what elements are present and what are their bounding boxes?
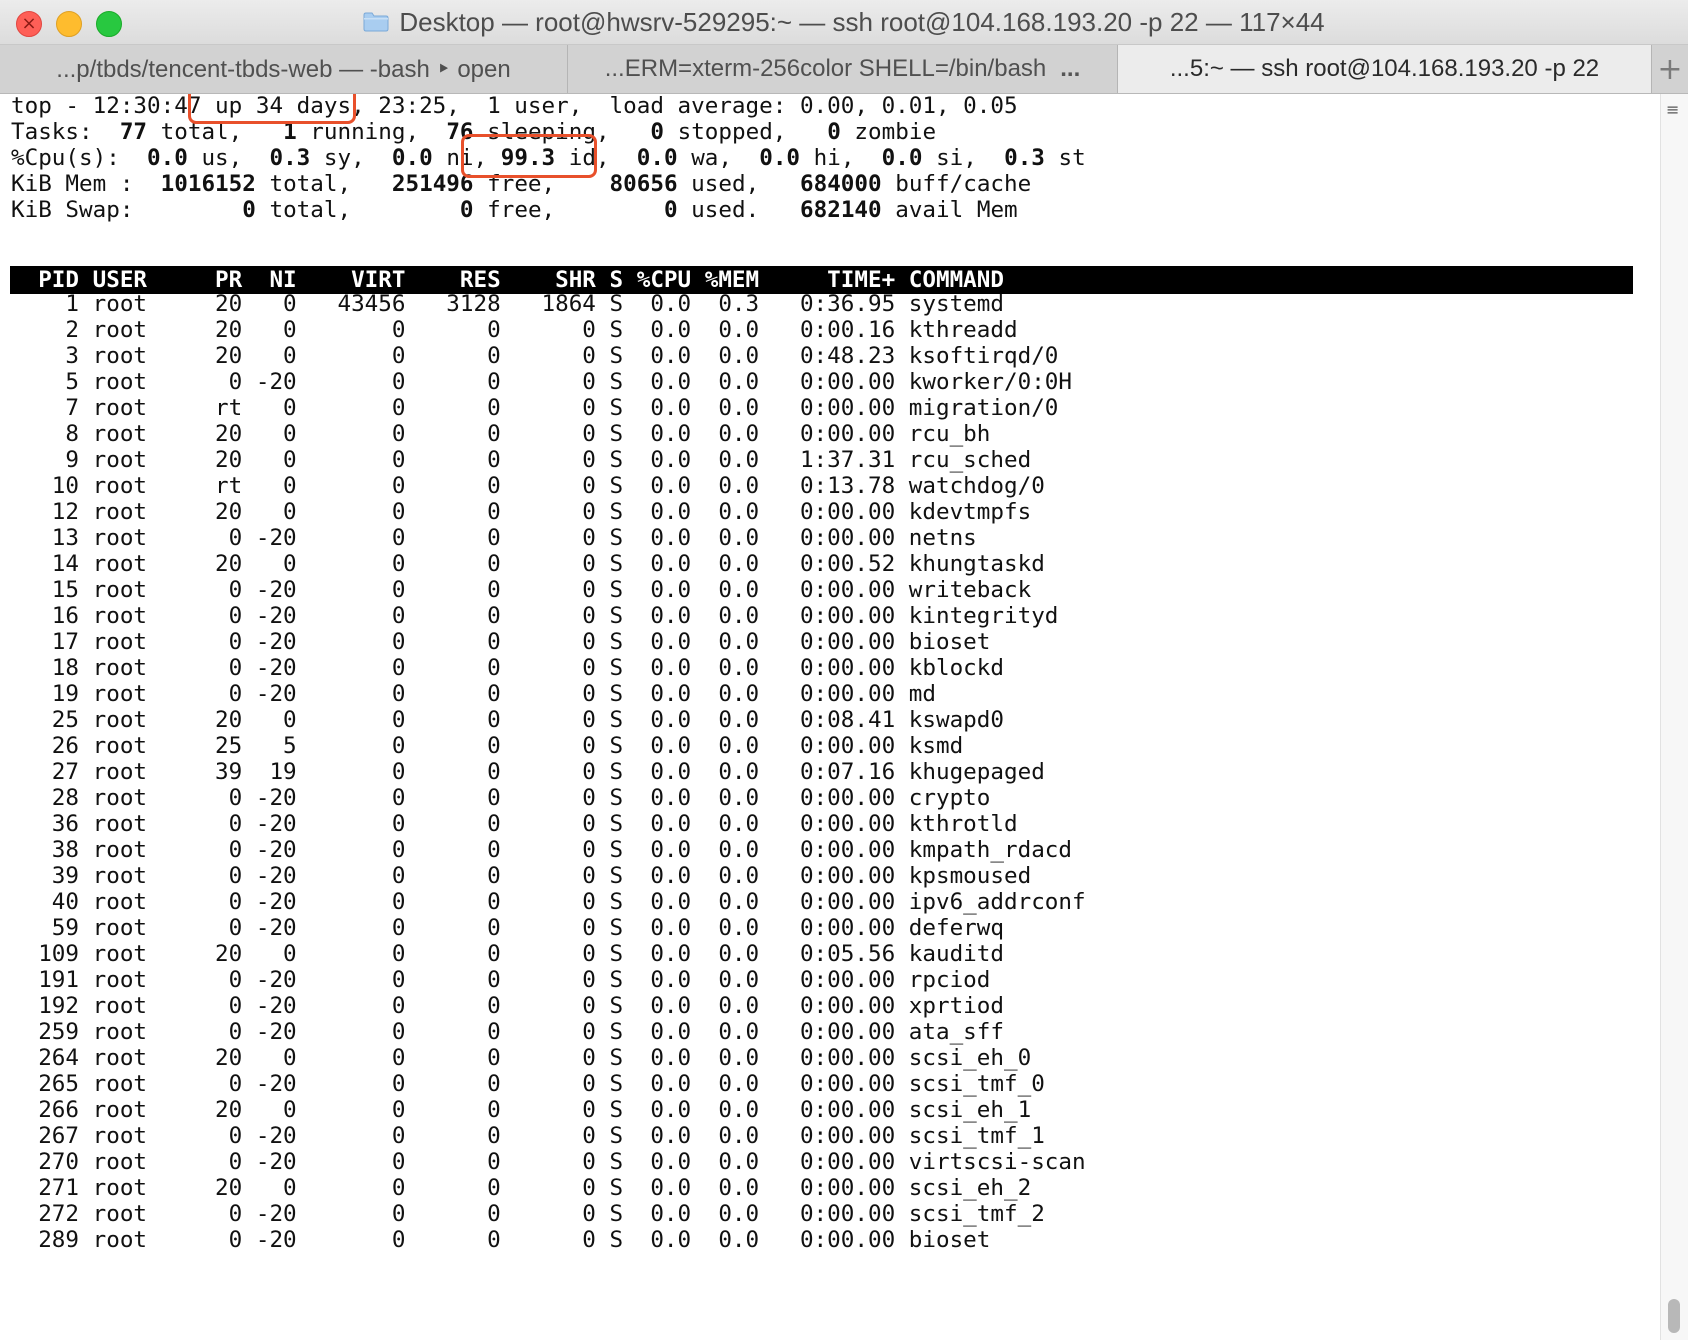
tab-bash[interactable]: ...p/tbds/tencent-tbds-web — -bash ‣ ope…: [0, 45, 568, 93]
summary-text: buff/cache: [881, 171, 1032, 197]
process-row: 5 root 0 -20 0 0 0 S 0.0 0.0 0:00.00 kwo…: [11, 369, 1073, 395]
summary-value: 0.0: [881, 145, 923, 171]
summary-text: zombie: [840, 119, 937, 145]
summary-line: top - 12:30:47 up 34 days, 23:25, 1 user…: [11, 94, 1018, 120]
process-row: 14 root 20 0 0 0 0 S 0.0 0.0 0:00.52 khu…: [11, 551, 1045, 577]
window-title: Desktop — root@hwsrv-529295:~ — ssh root…: [399, 6, 1325, 37]
scroll-menu-icon[interactable]: ≡: [1666, 102, 1682, 118]
more-icon[interactable]: ...: [1060, 55, 1080, 83]
process-row: 12 root 20 0 0 0 0 S 0.0 0.0 0:00.00 kde…: [11, 499, 1032, 525]
process-row: 109 root 20 0 0 0 0 S 0.0 0.0 0:05.56 ka…: [11, 941, 1004, 967]
summary-value: 0.0: [636, 145, 678, 171]
process-row: 267 root 0 -20 0 0 0 S 0.0 0.0 0:00.00 s…: [11, 1123, 1045, 1149]
tab-label: ...ERM=xterm-256color SHELL=/bin/bash: [604, 55, 1047, 82]
summary-value: 0.3: [1004, 145, 1045, 171]
summary-value: 0: [650, 119, 664, 145]
process-row: 265 root 0 -20 0 0 0 S 0.0 0.0 0:00.00 s…: [11, 1071, 1045, 1097]
process-row: 289 root 0 -20 0 0 0 S 0.0 0.0 0:00.00 b…: [11, 1227, 991, 1253]
summary-value: 0.0: [759, 145, 801, 171]
process-row: 13 root 0 -20 0 0 0 S 0.0 0.0 0:00.00 ne…: [11, 525, 977, 551]
process-row: 17 root 0 -20 0 0 0 S 0.0 0.0 0:00.00 bi…: [11, 629, 991, 655]
summary-text: Tasks:: [11, 119, 107, 145]
process-row: 272 root 0 -20 0 0 0 S 0.0 0.0 0:00.00 s…: [11, 1201, 1045, 1227]
summary-text: us,: [187, 145, 270, 171]
process-row: 39 root 0 -20 0 0 0 S 0.0 0.0 0:00.00 kp…: [11, 863, 1032, 889]
summary-text: si,: [922, 145, 1005, 171]
process-row: 36 root 0 -20 0 0 0 S 0.0 0.0 0:00.00 kt…: [11, 811, 1018, 837]
summary-value: 0: [378, 197, 474, 223]
process-row: 18 root 0 -20 0 0 0 S 0.0 0.0 0:00.00 kb…: [11, 655, 1004, 681]
summary-line: KiB Swap: 0 total, 0 free, 0 used. 68214…: [11, 196, 1018, 224]
process-row: 59 root 0 -20 0 0 0 S 0.0 0.0 0:00.00 de…: [11, 915, 1004, 941]
summary-value: 0: [827, 119, 841, 145]
process-row: 26 root 25 5 0 0 0 S 0.0 0.0 0:00.00 ksm…: [11, 733, 964, 759]
summary-text: free,: [473, 197, 583, 223]
window-title-wrap: Desktop — root@hwsrv-529295:~ — ssh root…: [0, 0, 1688, 44]
process-row: 28 root 0 -20 0 0 0 S 0.0 0.0 0:00.00 cr…: [11, 785, 991, 811]
summary-value: 1016152: [147, 171, 256, 197]
summary-text: used.: [677, 197, 787, 223]
summary-text: total,: [255, 197, 379, 223]
summary-value: 682140: [786, 197, 882, 223]
cpu-idle-highlight-box: [461, 134, 597, 178]
summary-value: 684000: [786, 171, 882, 197]
process-row: 264 root 20 0 0 0 0 S 0.0 0.0 0:00.00 sc…: [11, 1045, 1032, 1071]
summary-text: hi,: [800, 145, 882, 171]
process-row: 25 root 20 0 0 0 0 S 0.0 0.0 0:08.41 ksw…: [11, 707, 1004, 733]
process-row: 3 root 20 0 0 0 0 S 0.0 0.0 0:48.23 ksof…: [11, 343, 1059, 369]
terminal-output[interactable]: KiB Swap: 0 total, 0 free, 0 used. 68214…: [0, 94, 1660, 1340]
process-row: 259 root 0 -20 0 0 0 S 0.0 0.0 0:00.00 a…: [11, 1019, 1004, 1045]
tab-bar: ...p/tbds/tencent-tbds-web — -bash ‣ ope…: [0, 45, 1688, 94]
summary-text: KiB Swap:: [11, 197, 134, 223]
summary-text: sy,: [310, 145, 392, 171]
summary-text: total,: [255, 171, 379, 197]
process-row: 27 root 39 19 0 0 0 S 0.0 0.0 0:07.16 kh…: [11, 759, 1045, 785]
summary-value: 0.0: [147, 145, 188, 171]
title-bar: × Desktop — root@hwsrv-529295:~ — ssh ro…: [0, 0, 1688, 45]
process-row: 8 root 20 0 0 0 0 S 0.0 0.0 0:00.00 rcu_…: [11, 421, 991, 447]
summary-text: wa,: [677, 145, 760, 171]
process-row: 7 root rt 0 0 0 0 S 0.0 0.0 0:00.00 migr…: [11, 395, 1059, 421]
summary-value: 0.3: [269, 145, 311, 171]
process-row: 38 root 0 -20 0 0 0 S 0.0 0.0 0:00.00 km…: [11, 837, 1073, 863]
process-row: 1 root 20 0 43456 3128 1864 S 0.0 0.3 0:…: [11, 291, 1004, 317]
scroll-thumb[interactable]: [1668, 1299, 1680, 1333]
summary-text: avail Mem: [881, 197, 1018, 223]
summary-text: KiB Mem :: [11, 171, 148, 197]
summary-value: 0.0: [391, 145, 433, 171]
summary-text: top - 12:30:47 up 34 days, 23:25, 1 user…: [11, 94, 1018, 119]
process-row: 192 root 0 -20 0 0 0 S 0.0 0.0 0:00.00 x…: [11, 993, 1004, 1019]
tab-label: ...p/tbds/tencent-tbds-web — -bash ‣ ope…: [56, 55, 511, 83]
process-row: 10 root rt 0 0 0 0 S 0.0 0.0 0:13.78 wat…: [11, 473, 1045, 499]
summary-value: 80656: [582, 171, 678, 197]
process-row: 19 root 0 -20 0 0 0 S 0.0 0.0 0:00.00 md: [11, 681, 936, 707]
process-row: 191 root 0 -20 0 0 0 S 0.0 0.0 0:00.00 r…: [11, 967, 991, 993]
process-row: 9 root 20 0 0 0 0 S 0.0 0.0 1:37.31 rcu_…: [11, 447, 1032, 473]
process-row: 266 root 20 0 0 0 0 S 0.0 0.0 0:00.00 sc…: [11, 1097, 1032, 1123]
folder-icon: [363, 12, 389, 32]
tab-ssh-active[interactable]: ...5:~ — ssh root@104.168.193.20 -p 22: [1118, 45, 1652, 93]
summary-value: 77: [106, 119, 148, 145]
summary-text: stopped,: [663, 119, 828, 145]
process-row: 270 root 0 -20 0 0 0 S 0.0 0.0 0:00.00 v…: [11, 1149, 1086, 1175]
vertical-scrollbar[interactable]: ≡: [1660, 94, 1688, 1340]
summary-text: used,: [677, 171, 787, 197]
process-row: 271 root 20 0 0 0 0 S 0.0 0.0 0:00.00 sc…: [11, 1175, 1032, 1201]
process-row: 40 root 0 -20 0 0 0 S 0.0 0.0 0:00.00 ip…: [11, 889, 1086, 915]
summary-text: st: [1044, 145, 1086, 171]
new-tab-icon[interactable]: +: [1652, 45, 1688, 93]
process-row: 2 root 20 0 0 0 0 S 0.0 0.0 0:00.16 kthr…: [11, 317, 1018, 343]
uptime-highlight-box: [188, 94, 356, 124]
summary-value: 0: [582, 197, 678, 223]
tab-label: ...5:~ — ssh root@104.168.193.20 -p 22: [1169, 55, 1600, 82]
summary-value: 251496: [378, 171, 474, 197]
process-row: 15 root 0 -20 0 0 0 S 0.0 0.0 0:00.00 wr…: [11, 577, 1032, 603]
summary-value: 0: [133, 197, 256, 223]
process-row: 16 root 0 -20 0 0 0 S 0.0 0.0 0:00.00 ki…: [11, 603, 1059, 629]
summary-text: %Cpu(s):: [11, 145, 148, 171]
tab-env[interactable]: ...ERM=xterm-256color SHELL=/bin/bash ..…: [568, 45, 1118, 93]
